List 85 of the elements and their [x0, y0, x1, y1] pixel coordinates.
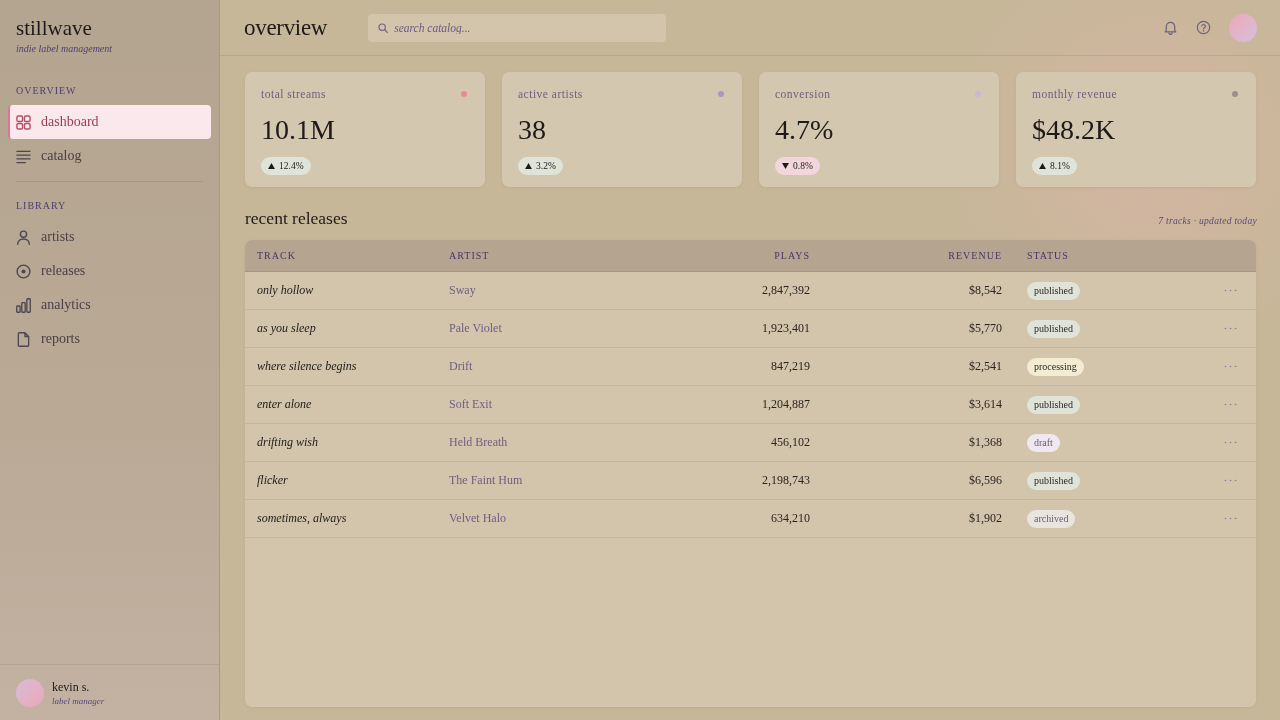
up-triangle-icon — [268, 163, 275, 169]
change-value: 8.1% — [1050, 160, 1070, 172]
track-title: drifting wish — [257, 435, 319, 450]
revenue-cell: $8,542 — [969, 283, 1002, 298]
plays-cell: 2,847,392 — [762, 283, 810, 298]
stat-value: 38 — [518, 114, 547, 146]
section-title: recent releases — [245, 207, 348, 230]
bar-chart-icon — [16, 297, 31, 313]
track-title: as you sleep — [257, 321, 317, 336]
up-triangle-icon — [1039, 163, 1046, 169]
help-button[interactable] — [1196, 20, 1211, 35]
artist-link[interactable]: The Faint Hum — [449, 473, 649, 488]
stat-label: total streams — [261, 88, 326, 100]
nav-item[interactable]: dashboard — [8, 105, 211, 139]
stat-value: 10.1M — [261, 114, 336, 146]
section-meta: 7 tracks · updated today — [1158, 216, 1257, 226]
plays-cell: 847,219 — [771, 359, 810, 374]
nav-item[interactable]: reports — [8, 322, 211, 356]
change-value: 3.2% — [536, 160, 556, 172]
search-icon — [378, 22, 389, 33]
status-badge: published — [1027, 395, 1080, 414]
change-value: 12.4% — [279, 160, 304, 172]
artist-link[interactable]: Pale Violet — [449, 321, 649, 336]
change-value: 0.8% — [793, 160, 813, 172]
profile-avatar[interactable] — [1229, 13, 1257, 42]
brand-tagline: indie label management — [16, 42, 114, 56]
page-title: overview — [244, 13, 328, 42]
status-badge: published — [1027, 471, 1080, 490]
plays-cell: 2,198,743 — [762, 473, 810, 488]
stat-label: conversion — [775, 88, 831, 100]
plays-cell: 634,210 — [771, 511, 810, 526]
revenue-cell: $2,541 — [969, 359, 1002, 374]
revenue-cell: $1,902 — [969, 511, 1002, 526]
nav-item[interactable]: releases — [8, 254, 211, 288]
nav-item[interactable]: analytics — [8, 288, 211, 322]
search-field[interactable]: search catalog... — [368, 13, 667, 42]
revenue-cell: $5,770 — [969, 321, 1002, 336]
column-header: ARTIST — [449, 250, 490, 261]
column-header: STATUS — [1026, 250, 1069, 261]
list-icon — [16, 148, 31, 164]
section-heading: LIBRARY — [15, 199, 68, 213]
plays-cell: 456,102 — [771, 435, 810, 450]
stat-value: 4.7% — [775, 114, 835, 146]
status-badge: processing — [1027, 357, 1084, 376]
column-header: REVENUE — [948, 250, 1002, 261]
column-header: TRACK — [257, 250, 296, 261]
nav-item[interactable]: catalog — [8, 139, 211, 173]
revenue-cell: $6,596 — [969, 473, 1002, 488]
document-icon — [16, 331, 31, 347]
person-icon — [16, 229, 31, 245]
track-title: where silence begins — [257, 359, 358, 374]
user-role: label manager — [52, 694, 105, 707]
artist-link[interactable]: Held Breath — [449, 435, 649, 450]
brand-name: stillwave — [16, 16, 93, 40]
artist-link[interactable]: Soft Exit — [449, 397, 649, 412]
track-title: sometimes, always — [257, 511, 348, 526]
track-title: flicker — [257, 473, 289, 488]
artist-link[interactable]: Velvet Halo — [449, 511, 649, 526]
status-badge: draft — [1027, 433, 1060, 452]
status-badge: archived — [1027, 509, 1076, 528]
artist-link[interactable]: Drift — [449, 359, 649, 374]
nav-item[interactable]: artists — [8, 220, 211, 254]
stat-label: active artists — [518, 88, 583, 100]
stat-label: monthly revenue — [1032, 88, 1118, 100]
status-badge: published — [1027, 319, 1080, 338]
user-avatar — [16, 679, 44, 707]
track-title: enter alone — [257, 397, 313, 412]
help-icon — [1196, 20, 1211, 35]
down-triangle-icon — [782, 163, 789, 169]
column-header: PLAYS — [774, 250, 810, 261]
disc-icon — [16, 263, 31, 279]
revenue-cell: $3,614 — [969, 397, 1002, 412]
user-name: kevin s. — [52, 679, 91, 695]
plays-cell: 1,204,887 — [762, 397, 810, 412]
grid-icon — [16, 114, 31, 130]
notifications-button[interactable] — [1163, 20, 1178, 35]
status-badge: published — [1027, 281, 1080, 300]
track-title: only hollow — [257, 283, 315, 298]
bell-icon — [1163, 20, 1178, 35]
stat-value: $48.2K — [1032, 114, 1117, 146]
section-heading: OVERVIEW — [15, 84, 78, 98]
artist-link[interactable]: Sway — [449, 283, 649, 298]
revenue-cell: $1,368 — [969, 435, 1002, 450]
plays-cell: 1,923,401 — [762, 321, 810, 336]
up-triangle-icon — [525, 163, 532, 169]
